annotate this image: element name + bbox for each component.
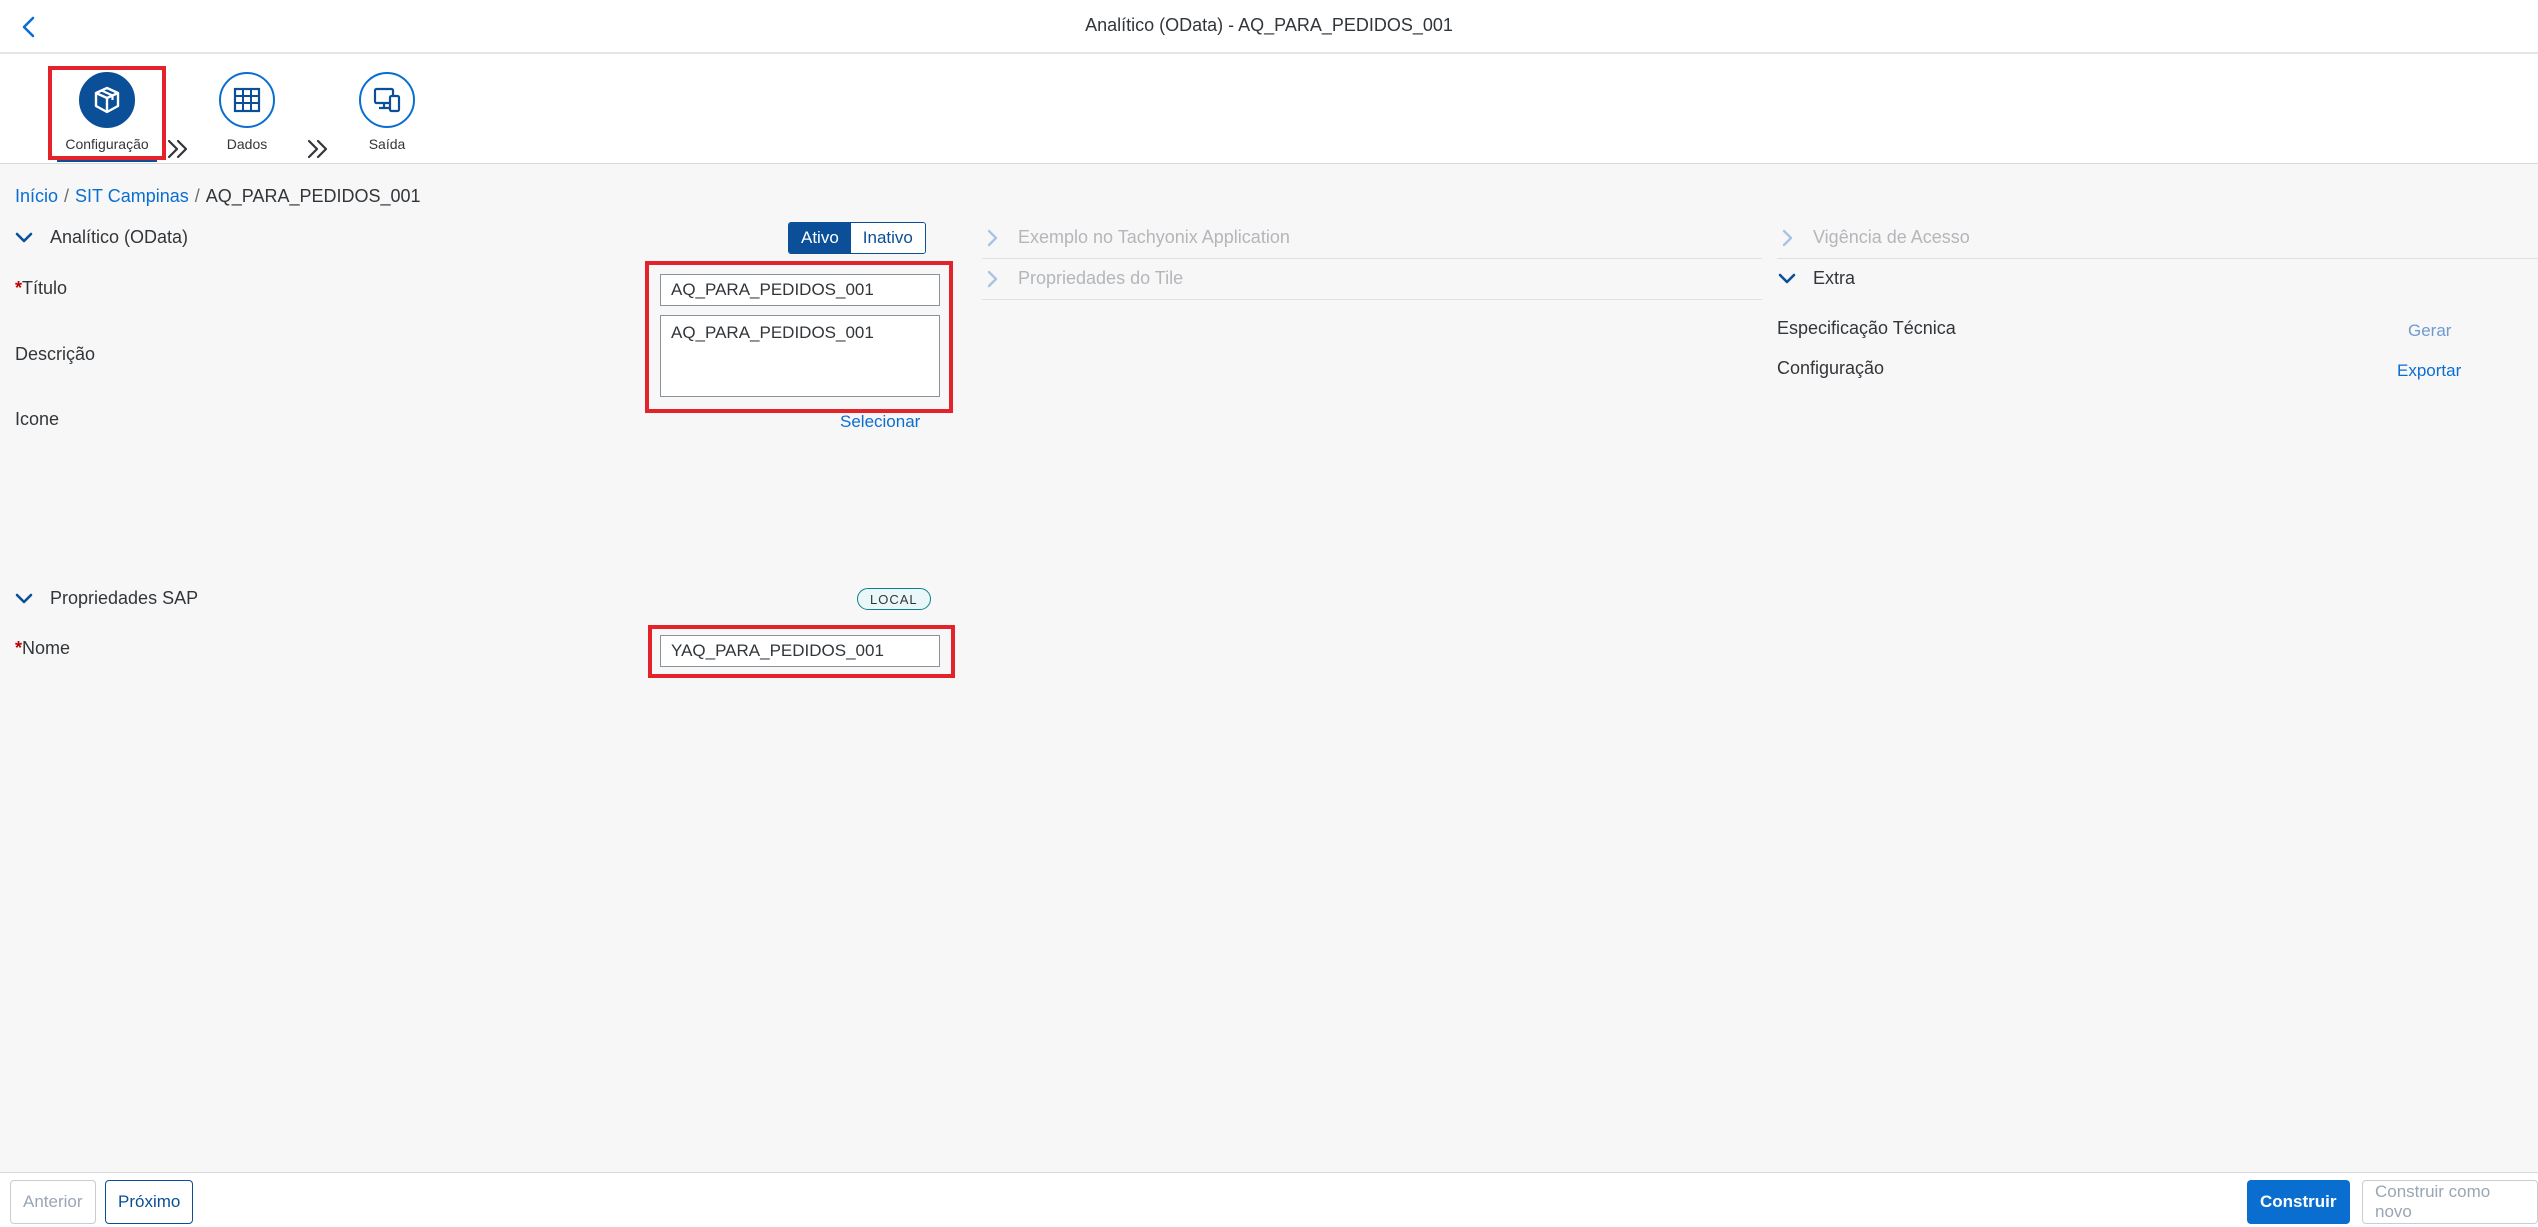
panel-header-vigencia-acesso[interactable]: Vigência de Acesso — [1777, 227, 1970, 248]
panel-title: Propriedades do Tile — [1018, 268, 1184, 288]
footer-toolbar: Anterior Próximo Construir Construir com… — [0, 1172, 2538, 1227]
export-link[interactable]: Exportar — [2397, 361, 2461, 381]
package-icon — [94, 86, 120, 114]
wizard-step-label: Configuração — [65, 136, 149, 152]
description-textarea[interactable]: AQ_PARA_PEDIDOS_001 — [660, 315, 940, 397]
wizard-step-configuracao[interactable]: Configuração — [52, 72, 162, 152]
status-option-ativo[interactable]: Ativo — [789, 223, 851, 253]
app-window: Analítico (OData) - AQ_PARA_PEDIDOS_001 … — [0, 0, 2538, 1227]
next-button[interactable]: Próximo — [105, 1180, 194, 1224]
wizard-step-dados[interactable]: Dados — [192, 72, 302, 152]
devices-icon — [373, 87, 401, 113]
chevron-down-icon — [1778, 273, 1796, 283]
panel-header-propriedades-sap[interactable]: Propriedades SAP — [14, 588, 198, 609]
name-label: *Nome — [15, 638, 71, 658]
config-label: Configuração — [1777, 358, 1885, 378]
wizard-steps: Configuração Dados Saída — [0, 54, 2538, 164]
double-chevron-right-icon — [307, 139, 328, 159]
app-header: Analítico (OData) - AQ_PARA_PEDIDOS_001 — [0, 0, 2538, 54]
divider — [982, 258, 1762, 259]
panel-title: Analítico (OData) — [50, 227, 189, 247]
chevron-down-icon — [15, 232, 33, 242]
chevron-down-icon — [15, 593, 33, 603]
chevron-right-icon — [987, 270, 998, 287]
active-step-indicator — [57, 158, 157, 162]
page-title: Analítico (OData) - AQ_PARA_PEDIDOS_001 — [1085, 15, 1453, 35]
wizard-step-label: Dados — [226, 136, 268, 152]
name-input[interactable] — [660, 635, 940, 667]
build-as-new-button[interactable]: Construir como novo — [2362, 1180, 2538, 1224]
local-badge: LOCAL — [857, 588, 931, 610]
generate-link[interactable]: Gerar — [2408, 321, 2451, 341]
title-input[interactable] — [660, 274, 940, 306]
panel-title: Extra — [1813, 268, 1856, 288]
chevron-right-icon — [987, 229, 998, 246]
status-segmented-control: Ativo Inativo — [788, 222, 926, 254]
breadcrumb-current: AQ_PARA_PEDIDOS_001 — [205, 186, 421, 206]
panel-header-propriedades-tile[interactable]: Propriedades do Tile — [982, 268, 1183, 289]
grid-table-icon — [233, 87, 261, 113]
breadcrumb: Início / SIT Campinas / AQ_PARA_PEDIDOS_001 — [15, 186, 421, 206]
divider — [982, 299, 1762, 300]
select-icon-link[interactable]: Selecionar — [840, 412, 920, 432]
title-label: *Título — [15, 278, 68, 298]
double-chevron-right-icon — [167, 139, 188, 159]
description-label: Descrição — [15, 344, 96, 364]
breadcrumb-link-sit-campinas[interactable]: SIT Campinas — [75, 186, 189, 206]
previous-button[interactable]: Anterior — [10, 1180, 96, 1224]
status-option-inativo[interactable]: Inativo — [850, 223, 925, 253]
panel-header-analitico[interactable]: Analítico (OData) — [14, 227, 188, 248]
icon-label: Icone — [15, 409, 60, 429]
build-button[interactable]: Construir — [2247, 1180, 2350, 1224]
wizard-step-label: Saída — [368, 136, 406, 152]
wizard-step-saida[interactable]: Saída — [332, 72, 442, 152]
panel-header-exemplo[interactable]: Exemplo no Tachyonix Application — [982, 227, 1290, 248]
chevron-right-icon — [1782, 229, 1793, 246]
panel-header-extra[interactable]: Extra — [1777, 268, 1855, 289]
breadcrumb-link-inicio[interactable]: Início — [15, 186, 58, 206]
panel-title: Exemplo no Tachyonix Application — [1018, 227, 1290, 247]
divider — [1777, 258, 2538, 259]
panel-title: Vigência de Acesso — [1813, 227, 1970, 247]
tech-spec-label: Especificação Técnica — [1777, 318, 1956, 338]
panel-title: Propriedades SAP — [50, 588, 199, 608]
